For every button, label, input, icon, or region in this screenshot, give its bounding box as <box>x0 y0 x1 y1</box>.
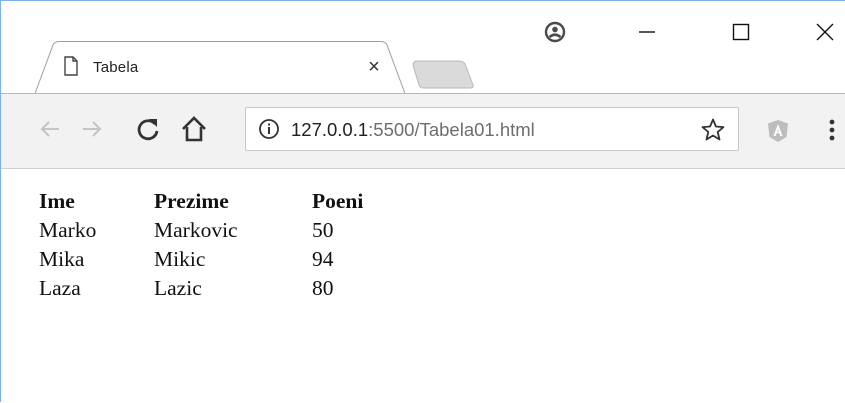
table-header-row: Ime Prezime Poeni <box>39 188 402 215</box>
forward-arrow-icon[interactable] <box>77 114 107 144</box>
minimize-icon[interactable] <box>627 15 667 49</box>
header-ime: Ime <box>39 189 75 213</box>
url-host: 127.0.0.1 <box>291 119 369 140</box>
reload-icon[interactable] <box>133 114 163 144</box>
page-icon <box>63 55 79 77</box>
browser-window: Tabela × 127.0.0.1:5500/Tabela01.html Im… <box>0 0 845 403</box>
title-bar: Tabela × <box>1 1 845 94</box>
cell-ime: Laza <box>39 276 81 300</box>
table-row: Laza Lazic 80 <box>39 275 402 302</box>
header-prezime: Prezime <box>154 189 229 213</box>
cell-ime: Marko <box>39 218 97 242</box>
cell-poeni: 94 <box>312 247 334 271</box>
close-icon[interactable]: × <box>362 55 386 79</box>
tab-shape <box>35 41 405 94</box>
menu-dots-icon[interactable] <box>827 116 837 146</box>
home-icon[interactable] <box>179 114 209 144</box>
info-icon[interactable] <box>258 118 280 140</box>
url-text[interactable]: 127.0.0.1:5500/Tabela01.html <box>291 119 535 141</box>
browser-toolbar: 127.0.0.1:5500/Tabela01.html <box>1 93 845 169</box>
url-path: :5500/Tabela01.html <box>368 119 535 140</box>
tab-tabela[interactable]: Tabela × <box>35 41 405 94</box>
table-row: Mika Mikic 94 <box>39 246 402 273</box>
maximize-icon[interactable] <box>721 15 761 49</box>
angular-shield-icon[interactable] <box>765 118 791 144</box>
cell-prezime: Lazic <box>154 276 202 300</box>
cell-ime: Mika <box>39 247 85 271</box>
new-tab-button[interactable] <box>409 55 475 93</box>
header-poeni: Poeni <box>312 189 364 213</box>
account-icon[interactable] <box>535 15 575 49</box>
data-table: Ime Prezime Poeni Marko Markovic 50 Mika… <box>35 186 406 304</box>
cell-poeni: 80 <box>312 276 334 300</box>
window-close-icon[interactable] <box>805 15 845 49</box>
cell-prezime: Mikic <box>154 247 206 271</box>
address-bar[interactable]: 127.0.0.1:5500/Tabela01.html <box>245 107 739 151</box>
cell-poeni: 50 <box>312 218 334 242</box>
cell-prezime: Markovic <box>154 218 238 242</box>
star-icon[interactable] <box>700 117 726 143</box>
page-content: Ime Prezime Poeni Marko Markovic 50 Mika… <box>1 169 845 403</box>
table-row: Marko Markovic 50 <box>39 217 402 244</box>
tab-title: Tabela <box>93 59 139 76</box>
back-arrow-icon[interactable] <box>35 114 65 144</box>
